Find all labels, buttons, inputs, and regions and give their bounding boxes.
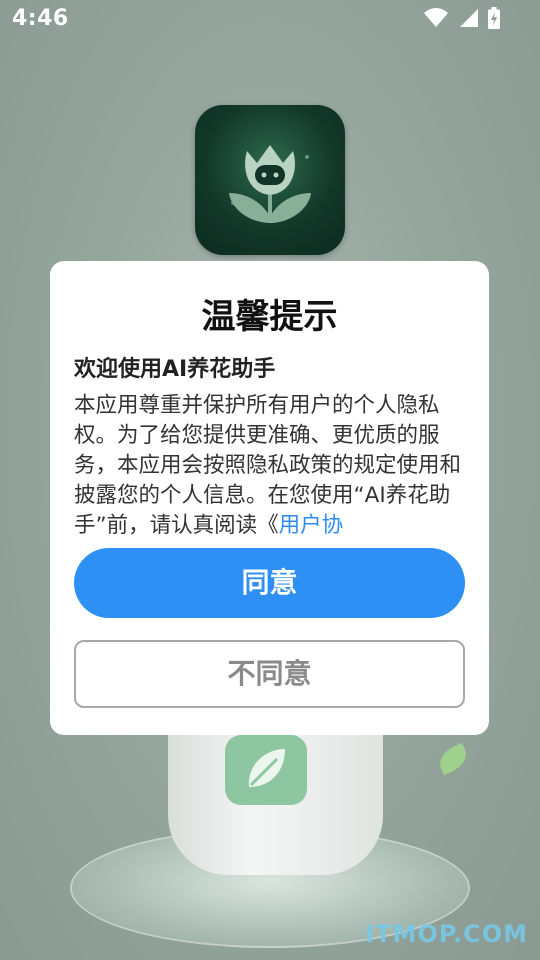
- agree-button[interactable]: 同意: [74, 548, 465, 618]
- app-logo: [195, 105, 345, 255]
- disagree-button[interactable]: 不同意: [74, 640, 465, 708]
- dialog-subtitle: 欢迎使用AI养花助手: [74, 357, 276, 382]
- dialog-body: 本应用尊重并保护所有用户的个人隐私权。为了给您提供更准确、更优质的服务，本应用会…: [74, 391, 466, 539]
- dialog-title: 温馨提示: [201, 297, 338, 337]
- leaf-icon: [248, 749, 285, 787]
- status-icons: [424, 7, 500, 29]
- signal-icon: [460, 9, 478, 27]
- user-agreement-link[interactable]: 用户协: [279, 513, 344, 538]
- background-leaf-badge: [225, 735, 307, 805]
- dialog-body-text: 本应用尊重并保护所有用户的个人隐私权。为了给您提供更准确、更优质的服务，本应用会…: [74, 393, 462, 538]
- wifi-icon: [424, 8, 448, 27]
- background-leaf: [434, 742, 472, 776]
- watermark: ITMOP.COM: [365, 920, 528, 948]
- privacy-dialog: 温馨提示 欢迎使用AI养花助手 本应用尊重并保护所有用户的个人隐私权。为了给您提…: [50, 261, 489, 735]
- status-bar: 4:46: [0, 0, 540, 36]
- status-time: 4:46: [12, 6, 69, 31]
- flower-logo-icon: [229, 145, 311, 223]
- battery-charging-icon: [488, 7, 500, 29]
